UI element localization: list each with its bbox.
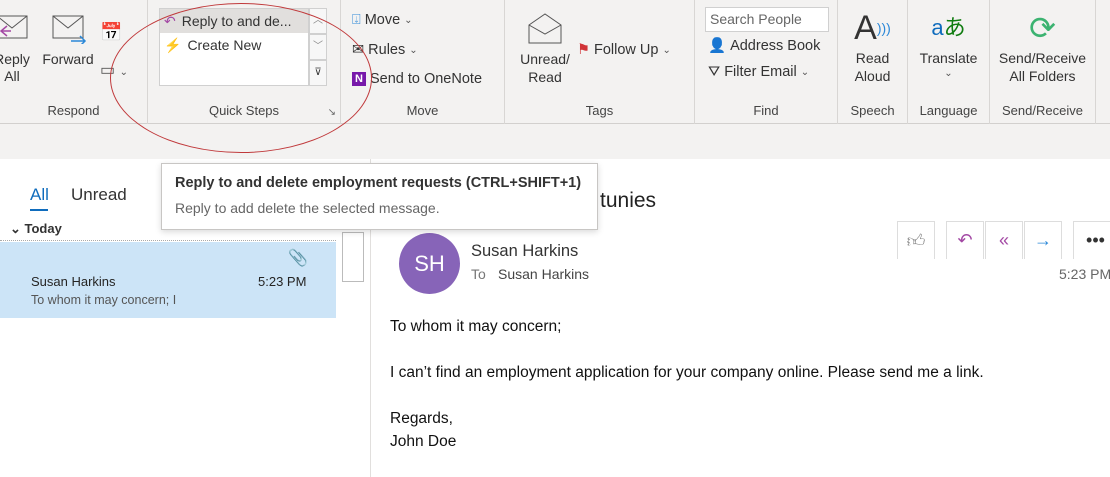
- quick-step-tooltip: Reply to and delete employment requests …: [161, 163, 598, 230]
- attachment-icon: 📎: [288, 250, 308, 267]
- forward-arrow-icon: →: [1034, 230, 1052, 250]
- reply-icon: ↶: [957, 230, 973, 250]
- filter-email-button[interactable]: ⛛ Filter Email ⌄: [708, 64, 809, 80]
- lightning-icon: ⚡: [164, 36, 182, 53]
- rules-button[interactable]: ✉ Rules ⌄: [352, 42, 418, 58]
- send-to-onenote-button[interactable]: N Send to OneNote: [352, 71, 482, 87]
- recipient-name[interactable]: Susan Harkins: [498, 266, 589, 282]
- translate-button[interactable]: aあ Translate ⌄: [908, 8, 989, 79]
- rules-icon: ✉: [352, 42, 365, 58]
- tags-group: Unread/ Read ⚑ Follow Up ⌄ Tags: [505, 0, 695, 124]
- to-label: To: [471, 266, 486, 282]
- quick-step-create-new[interactable]: ⚡ Create New: [160, 33, 308, 57]
- chevron-down-icon: ⌄: [662, 44, 671, 56]
- more-respond-icon[interactable]: ▭ ⌄: [100, 60, 128, 80]
- chevron-down-icon: ⌄: [800, 66, 810, 78]
- avatar: SH: [399, 233, 460, 294]
- tab-unread[interactable]: Unread: [71, 185, 127, 205]
- move-icon: ⍗: [352, 12, 361, 28]
- language-group: aあ Translate ⌄ Language: [908, 0, 990, 124]
- list-item[interactable]: 📎 Susan Harkins 5:23 PM To whom it may c…: [0, 242, 336, 318]
- thumbs-up-icon: 👍︎: [906, 230, 926, 251]
- ellipsis-icon: •••: [1086, 230, 1105, 250]
- move-button[interactable]: ⍗ Move ⌄: [352, 12, 413, 28]
- address-book-icon: 👤: [708, 38, 727, 54]
- read-aloud-button[interactable]: A))) Read Aloud: [838, 8, 907, 86]
- subject-heading: tunies: [600, 189, 657, 212]
- reply-all-button[interactable]: Reply All: [0, 14, 32, 86]
- more-actions-button[interactable]: •••: [1073, 221, 1110, 259]
- flag-icon: ⚑: [577, 42, 590, 58]
- follow-up-button[interactable]: ⚑ Follow Up ⌄: [577, 42, 671, 58]
- chevron-down-icon: ⌄: [404, 14, 413, 26]
- reply-button[interactable]: ↶: [946, 221, 984, 259]
- forward-button[interactable]: Forward: [40, 14, 96, 69]
- respond-group: Reply All Forward 📅 ▭ ⌄ Respond: [0, 0, 148, 124]
- dialog-launcher-icon[interactable]: ↘: [328, 107, 336, 118]
- send-receive-group: ⟳ Send/Receive All Folders Send/Receive: [990, 0, 1096, 124]
- chevron-down-icon: ⌄: [944, 68, 953, 79]
- reply-all-icon: [0, 15, 28, 39]
- sender-name[interactable]: Susan Harkins: [471, 242, 578, 261]
- ribbon: Reply All Forward 📅 ▭ ⌄ Respond Quick St…: [0, 0, 1110, 124]
- address-book-button[interactable]: 👤 Address Book: [708, 37, 820, 55]
- send-receive-all-button[interactable]: ⟳ Send/Receive All Folders: [990, 8, 1095, 86]
- toolbar-band: [0, 124, 1110, 159]
- message-body: To whom it may concern; I can’t find an …: [390, 318, 984, 450]
- translate-icon: aあ: [931, 15, 966, 40]
- onenote-icon: N: [352, 72, 366, 86]
- search-people-input[interactable]: Search People: [705, 7, 829, 32]
- move-group: ⍗ Move ⌄ ✉ Rules ⌄ N Send to OneNote Move: [341, 0, 505, 124]
- reply-all-button-msg[interactable]: «: [985, 221, 1023, 259]
- speech-group: A))) Read Aloud Speech: [838, 0, 908, 124]
- message-time: 5:23 PM: [1059, 266, 1110, 282]
- filter-icon: ⛛: [708, 64, 721, 80]
- scrollbar-thumb[interactable]: [342, 232, 364, 282]
- tab-all[interactable]: All: [30, 185, 49, 211]
- gallery-up-button[interactable]: ︿: [309, 8, 327, 34]
- reply-all-icon: «: [998, 230, 1009, 250]
- sync-icon: ⟳: [1029, 10, 1056, 46]
- open-envelope-icon: [528, 13, 562, 44]
- chevron-down-icon: ⌄: [409, 44, 418, 56]
- read-aloud-icon: A))): [854, 9, 891, 47]
- meeting-reply-icon[interactable]: 📅: [100, 22, 122, 43]
- reply-icon: ↶: [164, 12, 176, 29]
- gallery-down-button[interactable]: ﹀: [309, 34, 327, 60]
- forward-button-msg[interactable]: →: [1024, 221, 1062, 259]
- like-button[interactable]: 👍︎: [897, 221, 935, 259]
- quick-steps-gallery: ↶ Reply to and de... ⚡ Create New: [159, 8, 309, 86]
- chevron-down-icon: ⌄: [10, 221, 25, 236]
- quick-step-reply-delete[interactable]: ↶ Reply to and de...: [160, 9, 308, 33]
- unread-read-button[interactable]: Unread/ Read: [519, 12, 571, 87]
- gallery-more-button[interactable]: ⊽: [309, 60, 327, 86]
- forward-icon: [52, 15, 87, 47]
